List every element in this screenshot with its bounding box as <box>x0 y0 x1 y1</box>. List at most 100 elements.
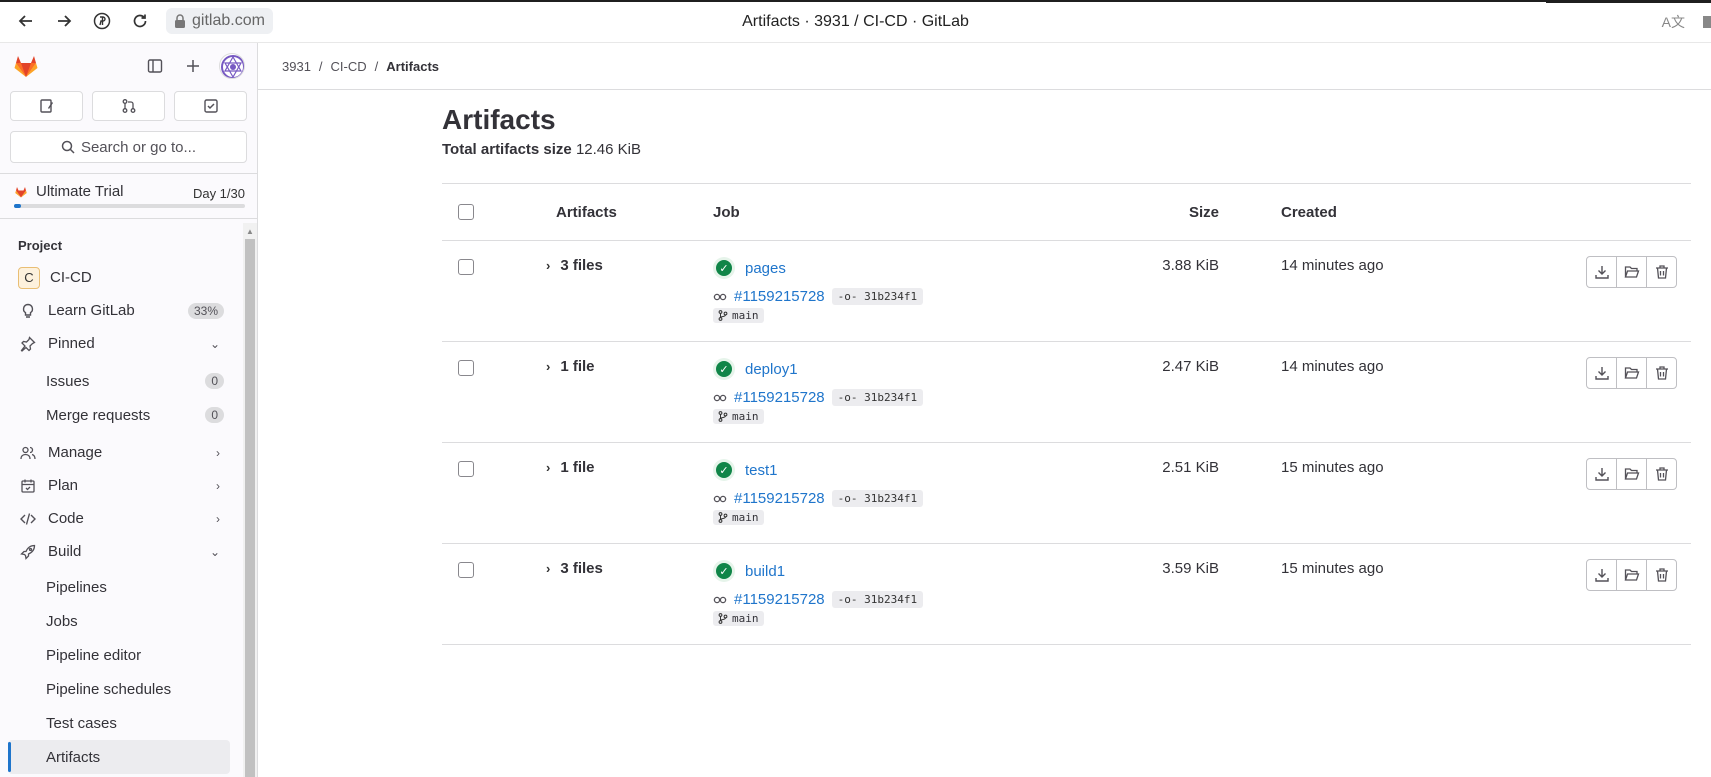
branch-badge[interactable]: main <box>713 611 764 626</box>
breadcrumb-item-project[interactable]: CI-CD <box>331 59 367 74</box>
branch-name: main <box>732 511 759 524</box>
pipeline-link[interactable]: #1159215728 <box>734 389 825 406</box>
download-button[interactable] <box>1586 559 1617 591</box>
merge-requests-button[interactable] <box>92 91 165 121</box>
branch-badge[interactable]: main <box>713 308 764 323</box>
sidebar-item-label: Pipeline editor <box>46 646 142 664</box>
sidebar-toggle-icon[interactable] <box>143 54 167 78</box>
sidebar-item-pinned[interactable]: Pinned ⌄ <box>0 327 240 360</box>
job-link[interactable]: deploy1 <box>745 361 798 378</box>
gitlab-tanuki-icon <box>15 186 27 197</box>
folder-open-icon <box>1624 367 1639 379</box>
delete-button[interactable] <box>1646 357 1677 389</box>
scroll-up-icon[interactable]: ▲ <box>246 227 254 236</box>
select-all-checkbox[interactable] <box>458 204 474 220</box>
pipeline-link[interactable]: #1159215728 <box>734 288 825 305</box>
row-checkbox[interactable] <box>458 360 474 376</box>
gitlab-logo-icon[interactable] <box>12 52 40 80</box>
todo-list-button[interactable] <box>174 91 247 121</box>
todo-icon <box>203 99 218 113</box>
reload-icon[interactable] <box>128 9 152 33</box>
trial-widget[interactable]: Ultimate Trial Day 1/30 <box>0 173 257 219</box>
translate-icon[interactable]: A文 <box>1662 12 1685 32</box>
count-badge: 0 <box>205 373 224 389</box>
assigned-issues-button[interactable] <box>10 91 83 121</box>
expand-files-button[interactable]: › 1 file <box>546 459 713 476</box>
plus-icon[interactable] <box>181 54 205 78</box>
expand-files-button[interactable]: › 3 files <box>546 560 713 577</box>
chevron-down-icon: ⌄ <box>209 336 220 351</box>
trial-day-count: Day 1/30 <box>192 186 245 201</box>
commit-sha[interactable]: -o- 31b234f1 <box>831 591 924 608</box>
chevron-right-icon: › <box>216 478 220 493</box>
calendar-icon <box>18 476 38 496</box>
pipeline-icon <box>713 596 727 603</box>
status-success-icon[interactable]: ✓ <box>713 257 735 279</box>
row-checkbox[interactable] <box>458 562 474 578</box>
sidebar-item-plan[interactable]: Plan › <box>0 469 240 502</box>
sidebar-item-manage[interactable]: Manage › <box>0 436 240 469</box>
delete-button[interactable] <box>1646 256 1677 288</box>
breadcrumb-item-current[interactable]: Artifacts <box>386 59 439 74</box>
table-row: › 3 files ✓ pages #1159215728 -o- 31b234… <box>442 240 1691 342</box>
scrollbar-thumb[interactable] <box>245 239 255 777</box>
folder-open-icon <box>1624 468 1639 480</box>
browse-button[interactable] <box>1616 256 1647 288</box>
sidebar-item-test-cases[interactable]: Test cases <box>0 706 240 740</box>
download-icon <box>1594 367 1609 380</box>
job-link[interactable]: build1 <box>745 563 785 580</box>
sidebar-item-build[interactable]: Build ⌄ <box>0 535 240 568</box>
sidebar-item-project[interactable]: C CI-CD <box>0 261 240 294</box>
user-avatar[interactable] <box>219 53 245 79</box>
sidebar-item-issues[interactable]: Issues 0 <box>0 364 240 398</box>
chevron-right-icon: › <box>216 511 220 526</box>
sidebar-item-jobs[interactable]: Jobs <box>0 604 240 638</box>
breadcrumb-item-group[interactable]: 3931 <box>282 59 311 74</box>
sidebar-item-pipeline-schedules[interactable]: Pipeline schedules <box>0 672 240 706</box>
pipeline-link[interactable]: #1159215728 <box>734 591 825 608</box>
status-success-icon[interactable]: ✓ <box>713 358 735 380</box>
job-link[interactable]: test1 <box>745 462 778 479</box>
status-success-icon[interactable]: ✓ <box>713 459 735 481</box>
branch-icon <box>718 613 728 624</box>
browse-button[interactable] <box>1616 357 1647 389</box>
pipeline-icon <box>713 394 727 401</box>
commit-sha[interactable]: -o- 31b234f1 <box>831 389 924 406</box>
sidebar-item-artifacts[interactable]: Artifacts <box>8 740 230 774</box>
download-button[interactable] <box>1586 458 1617 490</box>
address-bar[interactable]: gitlab.com <box>166 8 273 34</box>
browse-button[interactable] <box>1616 458 1647 490</box>
sidebar-item-pipeline-editor[interactable]: Pipeline editor <box>0 638 240 672</box>
commit-sha-text: 31b234f1 <box>864 391 918 404</box>
table-header-row: Artifacts Job Size Created <box>442 183 1691 241</box>
download-button[interactable] <box>1586 357 1617 389</box>
browse-button[interactable] <box>1616 559 1647 591</box>
download-button[interactable] <box>1586 256 1617 288</box>
sidebar-item-pipelines[interactable]: Pipelines <box>0 570 240 604</box>
back-icon[interactable] <box>14 9 38 33</box>
bookmark-icon[interactable] <box>1703 16 1711 28</box>
sidebar-item-code[interactable]: Code › <box>0 502 240 535</box>
delete-button[interactable] <box>1646 559 1677 591</box>
commit-sha[interactable]: -o- 31b234f1 <box>831 490 924 507</box>
sidebar-item-merge-requests[interactable]: Merge requests 0 <box>0 398 240 432</box>
expand-files-button[interactable]: › 3 files <box>546 257 713 274</box>
pipeline-link[interactable]: #1159215728 <box>734 490 825 507</box>
search-button[interactable]: Search or go to... <box>10 131 247 163</box>
sidebar-item-learn-gitlab[interactable]: Learn GitLab 33% <box>0 294 240 327</box>
sidebar-scrollbar[interactable]: ▲ <box>243 223 257 777</box>
branch-badge[interactable]: main <box>713 409 764 424</box>
forward-icon[interactable] <box>52 9 76 33</box>
delete-button[interactable] <box>1646 458 1677 490</box>
commit-sha[interactable]: -o- 31b234f1 <box>831 288 924 305</box>
row-checkbox[interactable] <box>458 461 474 477</box>
breadcrumb: 3931 / CI-CD / Artifacts <box>258 43 1711 90</box>
branch-badge[interactable]: main <box>713 510 764 525</box>
browser-logo-icon[interactable] <box>90 9 114 33</box>
commit-icon: -o- <box>837 593 858 606</box>
artifact-size: 3.88 KiB <box>1141 240 1261 342</box>
expand-files-button[interactable]: › 1 file <box>546 358 713 375</box>
row-checkbox[interactable] <box>458 259 474 275</box>
status-success-icon[interactable]: ✓ <box>713 560 735 582</box>
job-link[interactable]: pages <box>745 260 786 277</box>
